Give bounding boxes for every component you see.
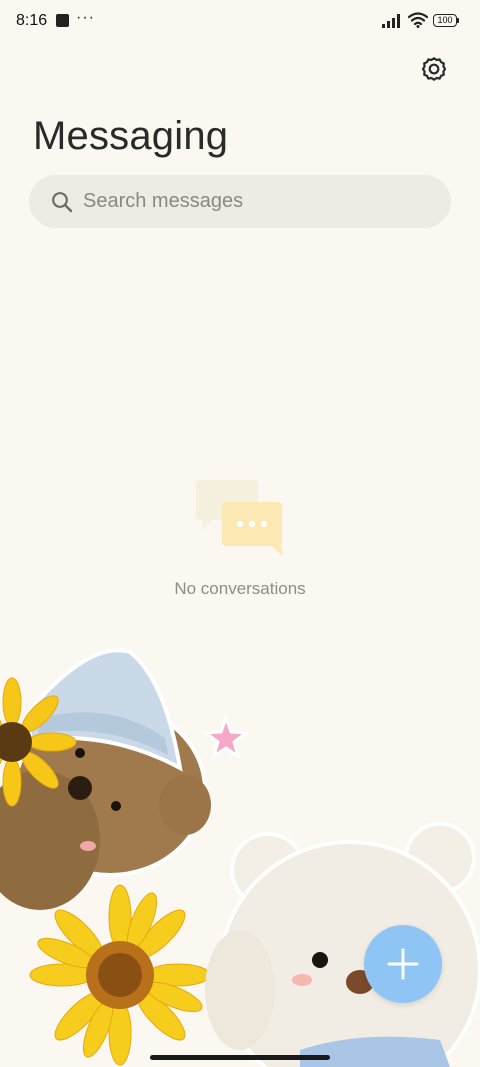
notification-square-icon bbox=[56, 14, 69, 27]
white-bear-sticker bbox=[205, 822, 480, 1067]
gear-icon bbox=[421, 57, 447, 81]
brown-bear-sticker bbox=[0, 648, 211, 910]
signal-icon bbox=[382, 14, 400, 28]
chat-bubbles-icon bbox=[196, 480, 282, 556]
plus-icon bbox=[387, 948, 419, 980]
battery-icon: 100 bbox=[433, 14, 457, 27]
sunflower-sticker-large bbox=[29, 884, 211, 1066]
status-time: 8:16 bbox=[16, 12, 48, 29]
search-icon bbox=[52, 192, 73, 213]
home-indicator[interactable] bbox=[150, 1055, 330, 1060]
more-notifications-icon: ··· bbox=[76, 9, 95, 26]
wifi-icon bbox=[408, 12, 428, 28]
star-sticker bbox=[201, 713, 251, 760]
settings-button[interactable] bbox=[418, 53, 450, 85]
sunflower-sticker-small bbox=[0, 677, 77, 807]
new-conversation-button[interactable] bbox=[364, 925, 442, 1003]
status-bar: 8:16 ··· 100 bbox=[0, 0, 480, 44]
search-bar[interactable] bbox=[29, 175, 451, 228]
search-input[interactable] bbox=[83, 175, 423, 228]
battery-tip bbox=[457, 18, 459, 23]
page-title: Messaging bbox=[33, 114, 229, 158]
empty-state-text: No conversations bbox=[174, 579, 306, 598]
